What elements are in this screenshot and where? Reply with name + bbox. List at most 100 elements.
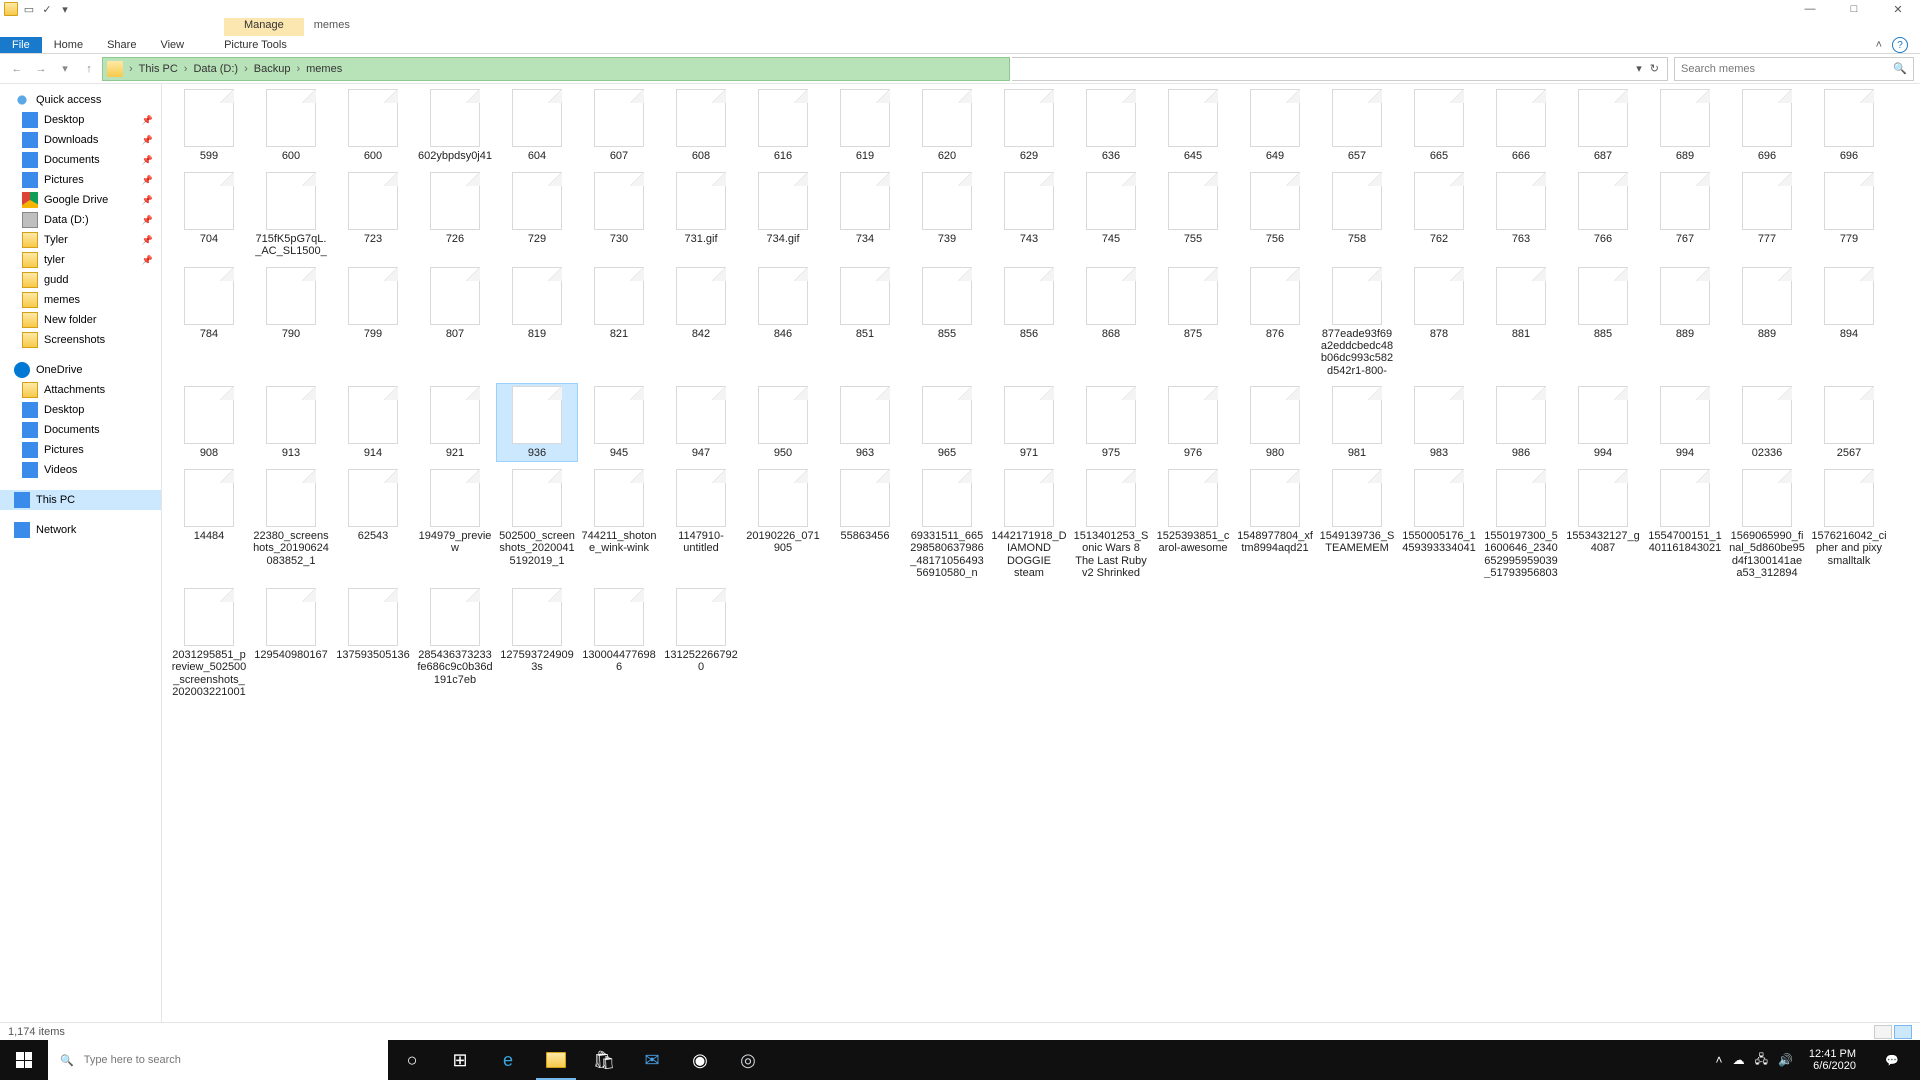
file-item[interactable]: 1548977804_xftm8994aqd21 [1234, 466, 1316, 581]
file-item[interactable]: 913 [250, 383, 332, 462]
file-item[interactable]: 846 [742, 264, 824, 379]
file-item[interactable]: 876 [1234, 264, 1316, 379]
sidebar-item-pictures[interactable]: Pictures [0, 440, 161, 460]
file-item[interactable]: 976 [1152, 383, 1234, 462]
file-item[interactable]: 971 [988, 383, 1070, 462]
file-item[interactable]: 894 [1808, 264, 1890, 379]
file-item[interactable]: 983 [1398, 383, 1480, 462]
file-explorer-icon[interactable] [532, 1040, 580, 1080]
file-item[interactable]: 766 [1562, 169, 1644, 260]
sidebar-item-tyler[interactable]: Tyler📌 [0, 230, 161, 250]
file-item[interactable]: 1312522667920 [660, 585, 742, 700]
file-item[interactable]: 689 [1644, 86, 1726, 165]
view-tab[interactable]: View [148, 37, 196, 53]
search-input[interactable]: Search memes 🔍 [1674, 57, 1914, 81]
sidebar-item-network[interactable]: Network [0, 520, 161, 540]
chevron-right-icon[interactable]: › [242, 63, 250, 75]
file-item[interactable]: 599 [168, 86, 250, 165]
file-item[interactable]: 855 [906, 264, 988, 379]
network-tray-icon[interactable]: 🖧 [1755, 1050, 1768, 1071]
file-item[interactable]: 868 [1070, 264, 1152, 379]
qat-properties-icon[interactable]: ▭ [22, 2, 36, 16]
file-item[interactable]: 777 [1726, 169, 1808, 260]
file-item[interactable]: 784 [168, 264, 250, 379]
file-item[interactable]: 963 [824, 383, 906, 462]
manage-context-tab[interactable]: Manage [224, 18, 304, 36]
file-item[interactable]: 730 [578, 169, 660, 260]
file-item[interactable]: 790 [250, 264, 332, 379]
file-item[interactable]: 908 [168, 383, 250, 462]
file-item[interactable]: 994 [1644, 383, 1726, 462]
file-item[interactable]: 1549139736_STEAMEMEM [1316, 466, 1398, 581]
file-item[interactable]: 807 [414, 264, 496, 379]
file-item[interactable]: 1554700151_1401161843021 [1644, 466, 1726, 581]
address-dropdown-icon[interactable]: ▾ [1632, 62, 1646, 75]
nav-recent-dropdown[interactable]: ▾ [54, 58, 76, 80]
file-item[interactable]: 744211_shotone_wink-wink [578, 466, 660, 581]
file-item[interactable]: 994 [1562, 383, 1644, 462]
file-item[interactable]: 1525393851_carol-awesome [1152, 466, 1234, 581]
home-tab[interactable]: Home [42, 37, 95, 53]
file-item[interactable]: 22380_screenshots_20190624083852_1 [250, 466, 332, 581]
file-item[interactable]: 1576216042_cipher and pixy smalltalk [1808, 466, 1890, 581]
file-item[interactable]: 756 [1234, 169, 1316, 260]
file-item[interactable]: 608 [660, 86, 742, 165]
file-item[interactable]: 696 [1808, 86, 1890, 165]
file-item[interactable]: 665 [1398, 86, 1480, 165]
file-item[interactable]: 619 [824, 86, 906, 165]
file-item[interactable]: 616 [742, 86, 824, 165]
volume-tray-icon[interactable]: 🔊 [1778, 1053, 1793, 1067]
file-item[interactable]: 936 [496, 383, 578, 462]
close-button[interactable]: ✕ [1880, 0, 1916, 18]
file-item[interactable]: 687 [1562, 86, 1644, 165]
file-item[interactable]: 1442171918_DIAMOND DOGGIE steam [988, 466, 1070, 581]
ribbon-expand-icon[interactable]: ˄ [1876, 39, 1882, 51]
file-item[interactable]: 729 [496, 169, 578, 260]
file-item[interactable]: 194979_preview [414, 466, 496, 581]
taskbar-clock[interactable]: 12:41 PM 6/6/2020 [1803, 1048, 1862, 1072]
view-details-button[interactable] [1874, 1025, 1892, 1039]
file-item[interactable]: 645 [1152, 86, 1234, 165]
sidebar-item-data-d-[interactable]: Data (D:)📌 [0, 210, 161, 230]
file-item[interactable]: 715fK5pG7qL._AC_SL1500_ [250, 169, 332, 260]
file-item[interactable]: 980 [1234, 383, 1316, 462]
file-item[interactable]: 1147910-untitled [660, 466, 742, 581]
file-item[interactable]: 981 [1316, 383, 1398, 462]
file-item[interactable]: 704 [168, 169, 250, 260]
mail-icon[interactable]: ✉ [628, 1040, 676, 1080]
file-item[interactable]: 02336 [1726, 383, 1808, 462]
breadcrumb-memes[interactable]: memes [306, 63, 342, 75]
file-item[interactable]: 604 [496, 86, 578, 165]
file-item[interactable]: 965 [906, 383, 988, 462]
file-item[interactable]: 875 [1152, 264, 1234, 379]
file-item[interactable]: 620 [906, 86, 988, 165]
cortana-icon[interactable]: ○ [388, 1040, 436, 1080]
file-item[interactable]: 502500_screenshots_20200415192019_1 [496, 466, 578, 581]
nav-up-button[interactable]: ↑ [78, 58, 100, 80]
file-item[interactable]: 649 [1234, 86, 1316, 165]
file-item[interactable]: 914 [332, 383, 414, 462]
sidebar-item-attachments[interactable]: Attachments [0, 380, 161, 400]
file-item[interactable]: 55863456 [824, 466, 906, 581]
chevron-right-icon[interactable]: › [127, 63, 135, 75]
sidebar-item-onedrive[interactable]: OneDrive [0, 360, 161, 380]
file-item[interactable]: 666 [1480, 86, 1562, 165]
file-item[interactable]: 129540980167 [250, 585, 332, 700]
chevron-right-icon[interactable]: › [294, 63, 302, 75]
file-item[interactable]: 945 [578, 383, 660, 462]
file-item[interactable]: 734 [824, 169, 906, 260]
file-item[interactable]: 851 [824, 264, 906, 379]
breadcrumb-thispc[interactable]: This PC [139, 63, 178, 75]
file-item[interactable]: 607 [578, 86, 660, 165]
sidebar-item-pictures[interactable]: Pictures📌 [0, 170, 161, 190]
file-item[interactable]: 947 [660, 383, 742, 462]
start-button[interactable] [0, 1040, 48, 1080]
file-item[interactable]: 629 [988, 86, 1070, 165]
sidebar-item-tyler[interactable]: tyler📌 [0, 250, 161, 270]
file-item[interactable]: 889 [1644, 264, 1726, 379]
file-item[interactable]: 723 [332, 169, 414, 260]
edge-icon[interactable]: e [484, 1040, 532, 1080]
file-item[interactable]: 878 [1398, 264, 1480, 379]
file-item[interactable]: 726 [414, 169, 496, 260]
picture-tools-tab[interactable]: Picture Tools [212, 37, 299, 53]
